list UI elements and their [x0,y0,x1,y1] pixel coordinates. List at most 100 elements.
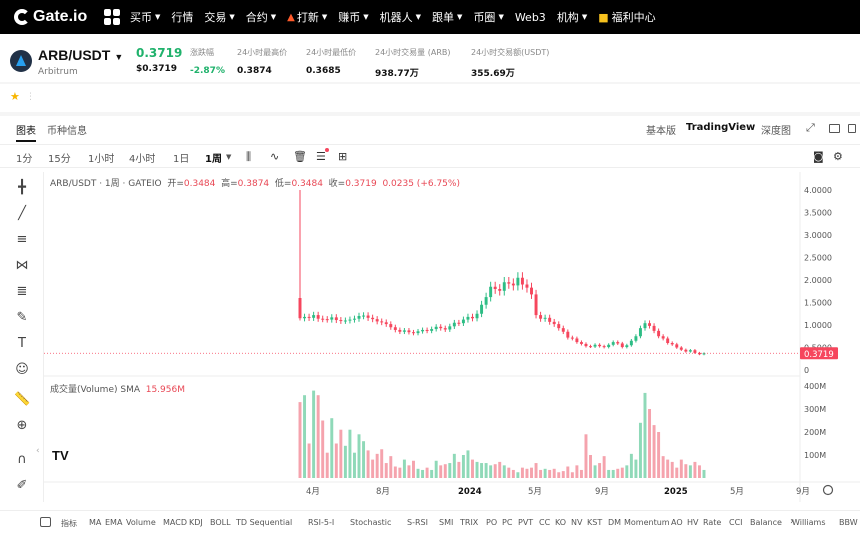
horizontal-lines-icon[interactable]: ≡ [14,232,30,248]
view-basic[interactable]: 基本版 [646,122,676,137]
indicator-9[interactable]: S-RSI [407,518,428,527]
magnet-icon[interactable]: ∩ [14,452,30,468]
ruler-icon[interactable]: 📏 [14,392,30,408]
indicator-17[interactable]: NV [571,518,582,527]
tab-coin-info[interactable]: 币种信息 [47,122,87,137]
caret-down-icon: ▼ [114,52,124,62]
indicator-23[interactable]: Rate [703,518,721,527]
nav-item-3[interactable]: 合约 ▼ [246,9,276,25]
nav-item-0[interactable]: 买币 ▼ [130,9,160,25]
indicator-19[interactable]: DM [608,518,621,527]
indicators-icon[interactable]: ∿ [270,150,279,163]
lock-pen-icon[interactable]: ✐ [14,478,30,494]
apps-grid-icon[interactable] [104,9,120,25]
expand-icon[interactable]: ⤢ [806,121,815,135]
timeframe-1m[interactable]: 1分 [16,150,32,165]
indicator-15[interactable]: CC [539,518,550,527]
nav-item-7[interactable]: 跟单 ▼ [432,9,462,25]
indicator-5[interactable]: BOLL [210,518,231,527]
fib-icon[interactable]: ≣ [14,284,30,300]
indicator-18[interactable]: KST [587,518,602,527]
drag-handle-icon[interactable]: ⋮ [26,92,35,102]
volume-bar [316,395,320,478]
gate-logo[interactable]: Gate.io [14,8,104,26]
window-icon[interactable] [829,124,840,133]
chevron-right-icon[interactable]: › [790,516,794,527]
list-icon[interactable]: ☰ [316,150,326,163]
indicator-27[interactable]: BBW [839,518,858,527]
chart-canvas[interactable]: 4.0000 3.5000 3.0000 2.5000 2.0000 1.5000 1.00… [44,172,860,502]
text-tool-icon[interactable]: T [14,336,30,352]
timeframe-1d[interactable]: 1日 [173,150,189,165]
timeframe-4h[interactable]: 4小时 [129,150,155,165]
candle-body [643,323,647,329]
indicator-11[interactable]: TRIX [460,518,478,527]
trash-icon[interactable]: 🗑 [293,150,307,163]
crosshair-icon[interactable]: ╋ [14,180,30,196]
indicator-4[interactable]: KDJ [189,518,203,527]
layout-grid-icon[interactable]: ⊞ [338,150,347,163]
indicator-2[interactable]: Volume [126,518,156,527]
star-icon[interactable]: ★ [10,90,20,103]
pattern-icon[interactable]: ⋈ [14,258,30,274]
indicator-25[interactable]: Balance [750,518,782,527]
indicators-label[interactable]: 指标 [61,518,77,529]
caret-down-icon: ▼ [321,13,328,21]
price-chart[interactable]: 4.0000 3.5000 3.0000 2.5000 2.0000 1.5000 1.00… [44,172,860,502]
indicator-14[interactable]: PVT [518,518,533,527]
nav-item-2[interactable]: 交易 ▼ [204,9,234,25]
timeframe-caret-icon[interactable]: ▼ [226,153,231,161]
settings-gear-icon[interactable]: ⚙ [833,150,843,163]
nav-item-9[interactable]: Web3 [515,11,546,24]
trend-line-icon[interactable]: ╱ [14,206,30,222]
nav-item-8[interactable]: 币圈 ▼ [473,9,503,25]
chart-tabs: 图表 币种信息 基本版 TradingView 深度图 ⤢ [0,116,860,142]
timeframe-15m[interactable]: 15分 [48,150,71,165]
indicator-22[interactable]: HV [687,518,699,527]
indicator-24[interactable]: CCI [729,518,743,527]
nav-item-5[interactable]: 赚币 ▼ [338,9,368,25]
calendar-icon[interactable] [40,517,51,527]
tab-chart[interactable]: 图表 [16,122,36,142]
nav-item-label: 买币 [130,11,152,24]
view-tradingview[interactable]: TradingView [686,122,755,133]
price-tick-label: 3.0000 [804,231,832,240]
indicator-20[interactable]: Momentum [624,518,670,527]
indicator-0[interactable]: MA [89,518,101,527]
indicator-6[interactable]: TD Sequential [236,518,292,527]
tradingview-logo-icon[interactable]: TV [52,448,76,468]
candle-body [570,337,574,339]
nav-item-6[interactable]: 机器人 ▼ [380,9,421,25]
indicator-10[interactable]: SMI [439,518,453,527]
indicator-13[interactable]: PC [502,518,512,527]
nav-item-11[interactable]: ■ 福利中心 [598,9,655,25]
emoji-icon[interactable]: ☺ [14,362,30,378]
indicator-16[interactable]: KO [555,518,566,527]
fullscreen-icon[interactable] [848,124,856,133]
volume-bar [371,459,375,478]
candle-body [598,344,602,347]
volume-bar [312,390,316,478]
timeframe-1h[interactable]: 1小时 [88,150,114,165]
candle-type-icon[interactable]: ⫼ [246,150,251,164]
indicator-1[interactable]: EMA [105,518,122,527]
candle-body [452,322,456,327]
volume-bar [407,465,411,478]
nav-item-10[interactable]: 机构 ▼ [557,9,587,25]
nav-item-1[interactable]: 行情 [171,9,193,25]
pair-selector[interactable]: ARB/USDT ▼ [38,47,123,63]
zoom-in-icon[interactable]: ⊕ [14,418,30,434]
brush-icon[interactable]: ✎ [14,310,30,326]
view-depth[interactable]: 深度图 [761,122,791,137]
indicator-3[interactable]: MACD [163,518,187,527]
collapse-toolbar-icon[interactable]: ‹ [36,446,40,456]
indicator-8[interactable]: Stochastic [350,518,391,527]
timeframe-1w[interactable]: 1周 [205,150,222,165]
indicator-12[interactable]: PO [486,518,497,527]
camera-icon[interactable]: ◙ [813,150,824,163]
indicator-21[interactable]: AO [671,518,683,527]
indicator-26[interactable]: Williams [792,518,826,527]
candle-body [484,297,488,305]
nav-item-4[interactable]: ▲ 打新 ▼ [287,9,327,25]
indicator-7[interactable]: RSI-5-I [308,518,334,527]
